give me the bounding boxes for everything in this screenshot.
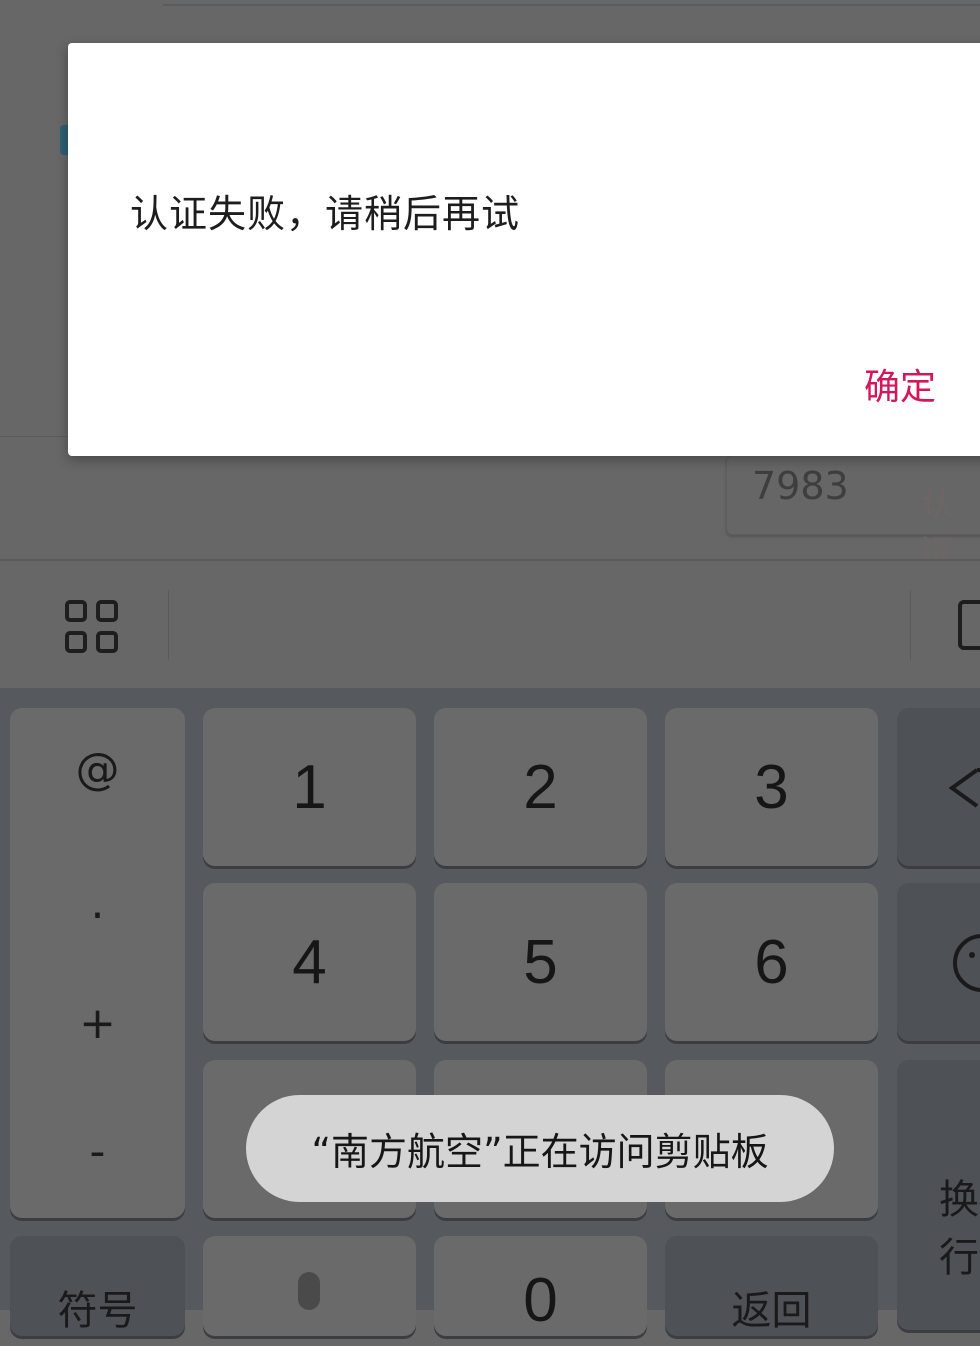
symbol-label: 符号 xyxy=(57,1288,138,1334)
error-dialog: 认证失败，请稍后再试 确定 xyxy=(68,43,980,456)
keyboard-toolbar xyxy=(0,561,980,688)
divider xyxy=(910,590,911,660)
key-5[interactable]: 5 xyxy=(434,883,647,1041)
newline-key[interactable]: 换行 xyxy=(897,1060,980,1330)
symbol-column[interactable]: @ . + - xyxy=(10,708,185,1218)
verification-code-value: 7983 xyxy=(752,464,849,508)
return-label: 返回 xyxy=(731,1288,812,1334)
key-at[interactable]: @ xyxy=(10,744,185,795)
key-1[interactable]: 1 xyxy=(203,708,416,866)
keyboard-hide-icon[interactable] xyxy=(958,600,980,650)
grid-icon[interactable] xyxy=(65,600,118,653)
toast-message: “南方航空”正在访问剪贴板 xyxy=(311,1130,769,1174)
voice-key[interactable] xyxy=(203,1236,416,1336)
backspace-icon xyxy=(948,768,980,808)
emoji-key[interactable] xyxy=(897,883,980,1041)
logo-fragment xyxy=(60,125,68,155)
clipboard-toast: “南方航空”正在访问剪贴板 xyxy=(246,1095,834,1202)
divider xyxy=(163,4,980,6)
key-6[interactable]: 6 xyxy=(665,883,878,1041)
key-dot[interactable]: . xyxy=(10,878,185,929)
key-0[interactable]: 0 xyxy=(434,1236,647,1336)
return-key[interactable]: 返回 xyxy=(665,1236,878,1336)
divider xyxy=(168,590,169,660)
key-3[interactable]: 3 xyxy=(665,708,878,866)
symbol-key[interactable]: 符号 xyxy=(10,1236,185,1336)
confirm-button[interactable]: 确定 xyxy=(864,358,936,410)
microphone-icon xyxy=(298,1272,320,1310)
key-minus[interactable]: - xyxy=(10,1126,185,1177)
emoji-icon xyxy=(953,934,980,992)
newline-label: 换行 xyxy=(939,1177,979,1281)
backspace-key[interactable] xyxy=(897,708,980,866)
key-4[interactable]: 4 xyxy=(203,883,416,1041)
dialog-message: 认证失败，请稍后再试 xyxy=(130,192,521,236)
key-2[interactable]: 2 xyxy=(434,708,647,866)
key-plus[interactable]: + xyxy=(10,998,185,1049)
